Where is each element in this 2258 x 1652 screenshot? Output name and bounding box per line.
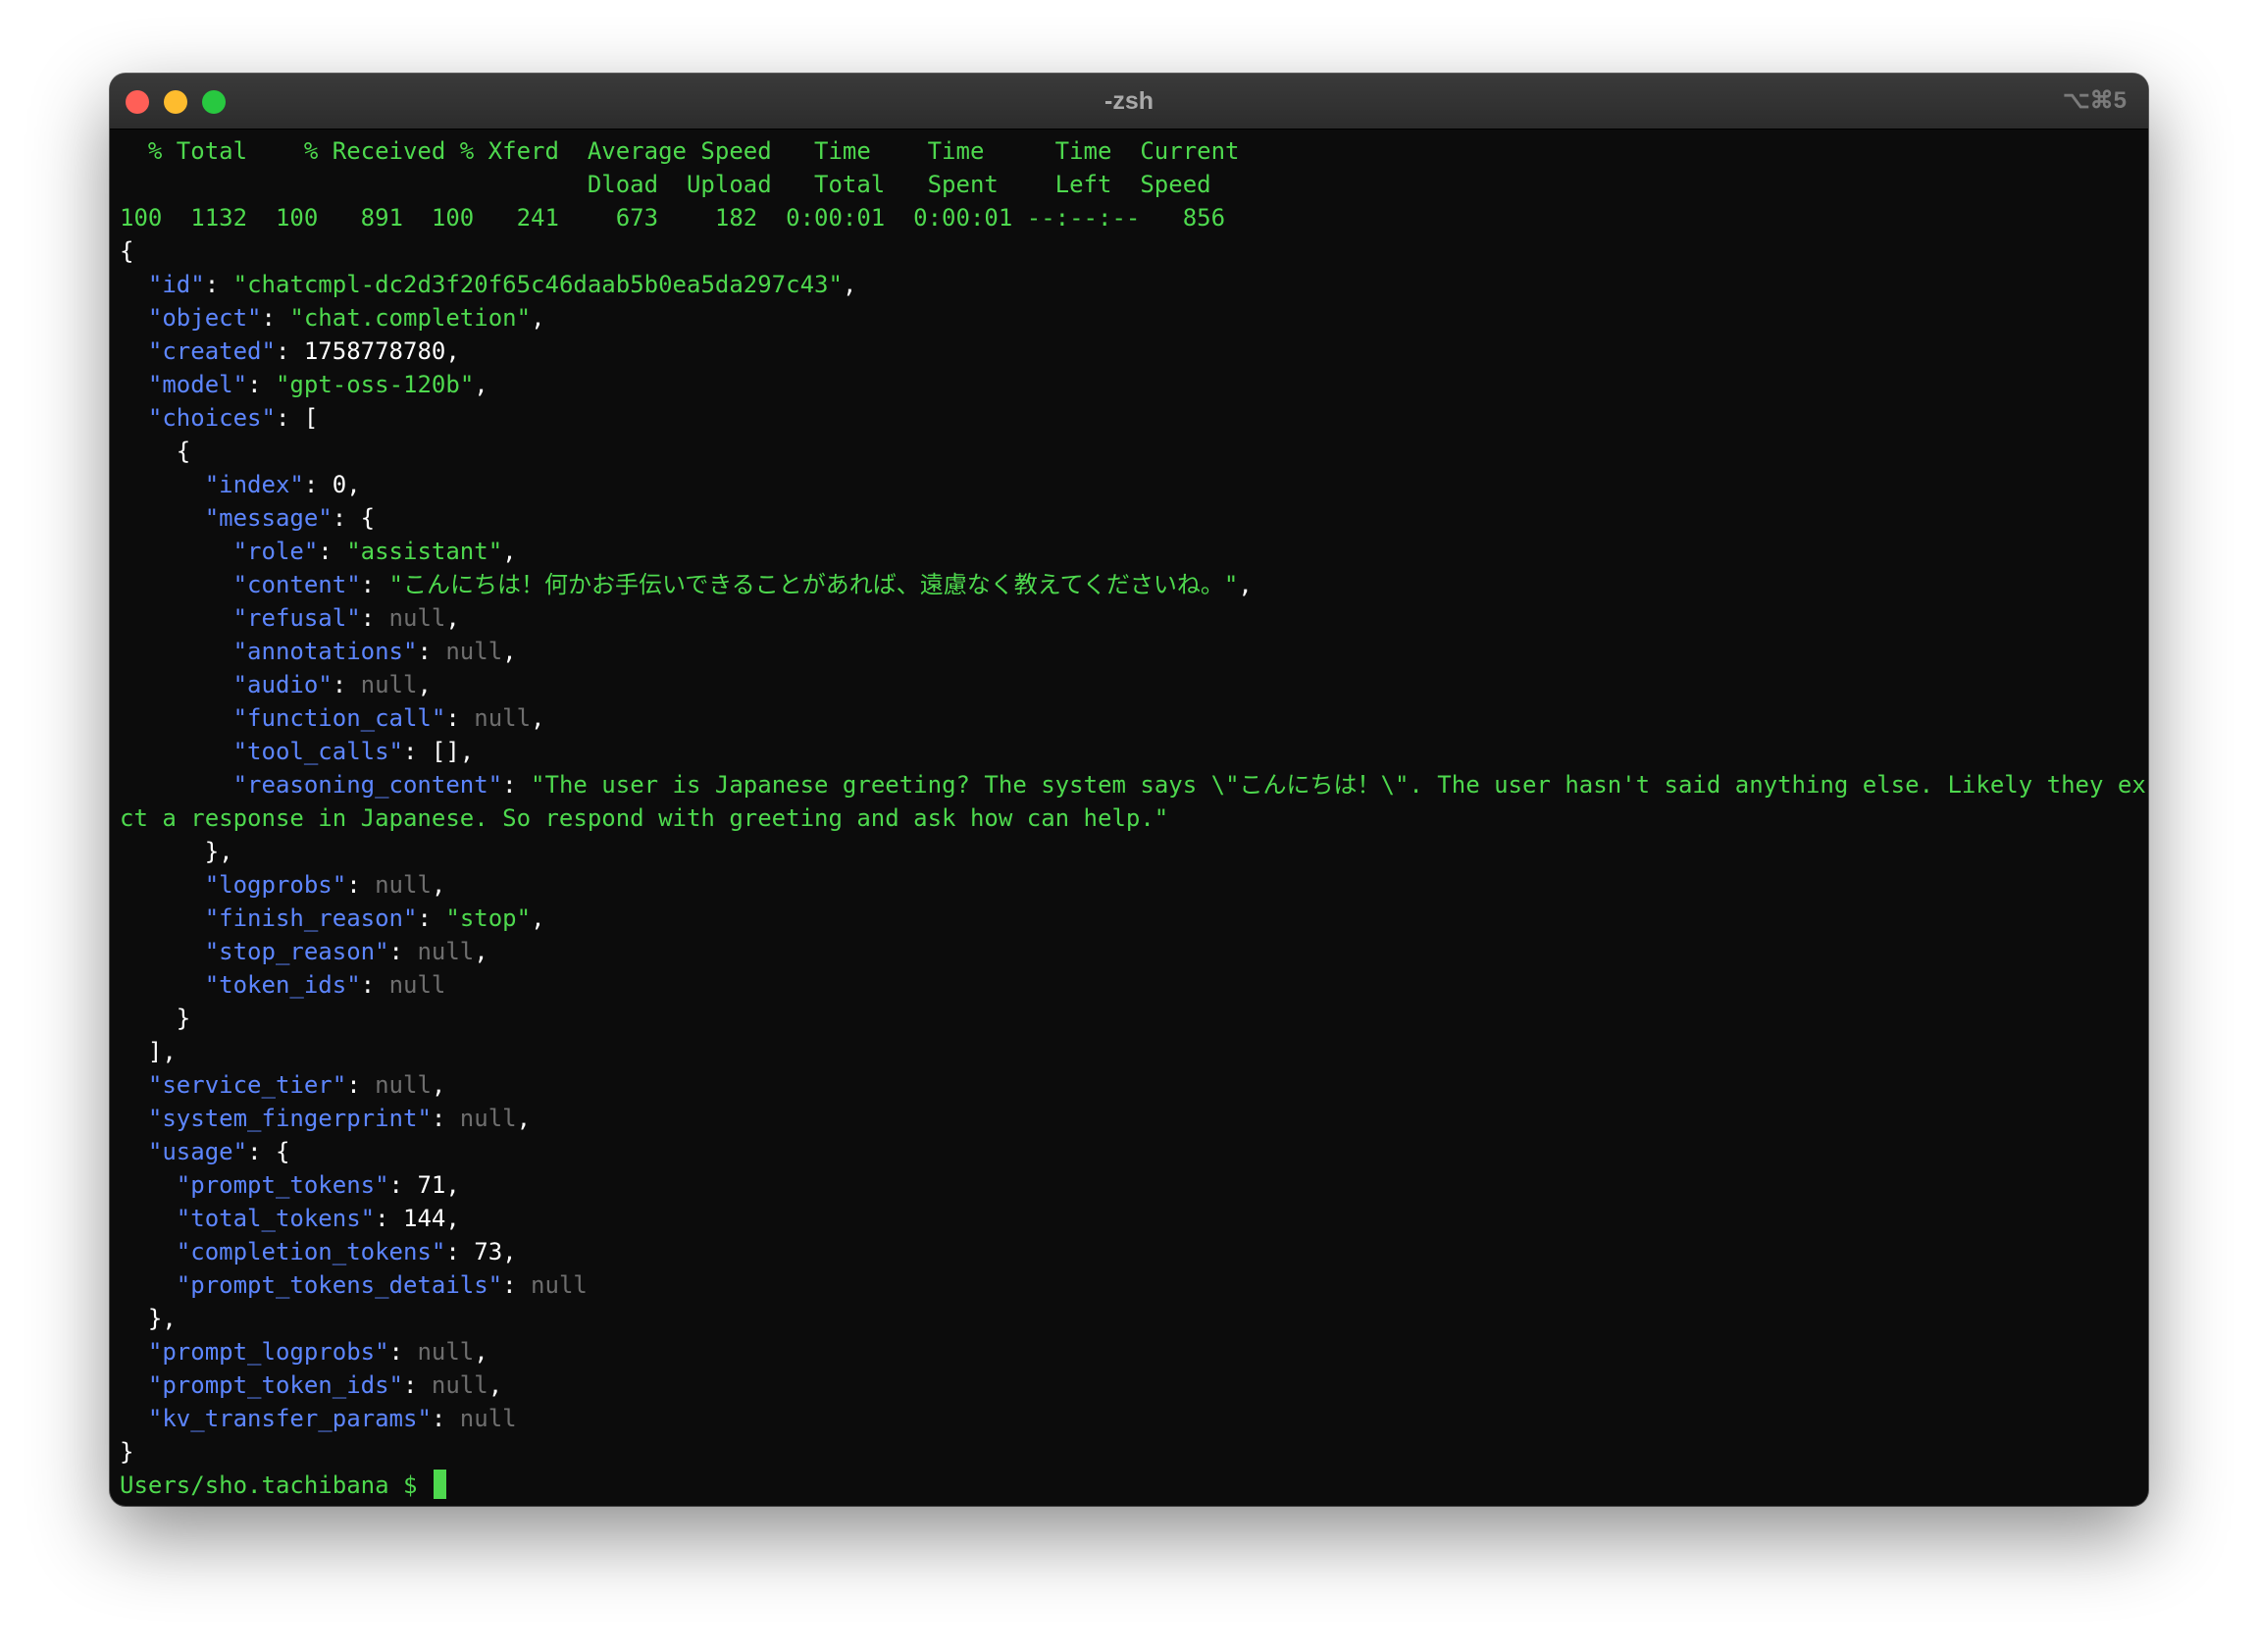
null-value: null bbox=[431, 1371, 488, 1399]
json-role-value: assistant bbox=[360, 538, 488, 565]
json-line: "role": "assistant", bbox=[232, 538, 517, 565]
json-id-value: chatcmpl-dc2d3f20f65c46daab5b0ea5da297c4… bbox=[247, 271, 829, 298]
json-reasoning-value-1: The user is Japanese greeting? The syste… bbox=[544, 771, 2149, 799]
json-line: "usage": { bbox=[147, 1138, 290, 1165]
json-line: ct a response in Japanese. So respond wi… bbox=[120, 804, 1169, 832]
null-value: null bbox=[388, 604, 446, 632]
text-cursor bbox=[433, 1470, 446, 1499]
json-tool-calls-value: [] bbox=[431, 738, 460, 765]
json-completion-tokens-value: 73 bbox=[474, 1238, 503, 1265]
json-line: "id": "chatcmpl-dc2d3f20f65c46daab5b0ea5… bbox=[147, 271, 857, 298]
json-finish-reason-value: stop bbox=[459, 904, 517, 932]
null-value: null bbox=[474, 704, 532, 732]
null-value: null bbox=[360, 671, 418, 698]
json-line: "tool_calls": [], bbox=[232, 738, 475, 765]
json-line: } bbox=[120, 1005, 191, 1032]
json-created-value: 1758778780 bbox=[303, 337, 446, 365]
terminal-window: -zsh ⌥⌘5 % Total % Received % Xferd Aver… bbox=[110, 74, 2148, 1506]
json-line: "system_fingerprint": null, bbox=[147, 1105, 532, 1132]
json-line: "refusal": null, bbox=[232, 604, 460, 632]
json-line: "audio": null, bbox=[232, 671, 432, 698]
json-total-tokens-value: 144 bbox=[403, 1205, 446, 1232]
json-line: "total_tokens": 144, bbox=[176, 1205, 460, 1232]
json-reasoning-value-2: ct a response in Japanese. So respond wi… bbox=[120, 804, 1155, 832]
null-value: null bbox=[417, 938, 475, 965]
json-line: "token_ids": null bbox=[204, 971, 446, 999]
json-line: "service_tier": null, bbox=[147, 1071, 446, 1099]
curl-progress-header-2: Dload Upload Total Spent Left Speed bbox=[120, 171, 1211, 198]
window-title: -zsh bbox=[1104, 87, 1154, 115]
json-line: "logprobs": null, bbox=[204, 871, 446, 899]
json-line: "message": { bbox=[204, 504, 376, 532]
json-line: "choices": [ bbox=[147, 404, 319, 432]
json-line: }, bbox=[120, 1305, 177, 1332]
json-line: "model": "gpt-oss-120b", bbox=[147, 371, 488, 398]
json-line: "index": 0, bbox=[204, 471, 361, 498]
json-line: "stop_reason": null, bbox=[204, 938, 488, 965]
json-line: "annotations": null, bbox=[232, 638, 517, 665]
json-line: "prompt_token_ids": null, bbox=[147, 1371, 503, 1399]
null-value: null bbox=[375, 871, 432, 899]
curl-progress-header-1: % Total % Received % Xferd Average Speed… bbox=[120, 137, 1240, 165]
json-object-value: chat.completion bbox=[303, 304, 517, 332]
curl-progress-row: 100 1132 100 891 100 241 673 182 0:00:01… bbox=[120, 204, 1226, 232]
json-prompt-tokens-value: 71 bbox=[417, 1171, 446, 1199]
null-value: null bbox=[531, 1271, 588, 1299]
json-line: "object": "chat.completion", bbox=[147, 304, 545, 332]
shell-prompt[interactable]: Users/sho.tachibana $ bbox=[120, 1469, 2140, 1502]
json-line: } bbox=[120, 1438, 134, 1466]
terminal-output[interactable]: % Total % Received % Xferd Average Speed… bbox=[120, 134, 2148, 1506]
null-value: null bbox=[375, 1071, 432, 1099]
json-line: "prompt_logprobs": null, bbox=[147, 1338, 488, 1366]
json-content-value: こんにちは！何かお手伝いできることがあれば、遠慮なく教えてくださいね。 bbox=[403, 571, 1224, 598]
json-line: ], bbox=[120, 1038, 177, 1065]
json-line: "kv_transfer_params": null bbox=[147, 1405, 517, 1432]
json-line: }, bbox=[120, 838, 233, 865]
null-value: null bbox=[459, 1105, 517, 1132]
null-value: null bbox=[388, 971, 446, 999]
json-line: "prompt_tokens_details": null bbox=[176, 1271, 588, 1299]
title-bar[interactable]: -zsh ⌥⌘5 bbox=[110, 74, 2148, 129]
json-line: { bbox=[120, 237, 134, 265]
json-line: "function_call": null, bbox=[232, 704, 545, 732]
json-line: "completion_tokens": 73, bbox=[176, 1238, 517, 1265]
json-model-value: gpt-oss-120b bbox=[289, 371, 460, 398]
null-value: null bbox=[459, 1405, 517, 1432]
prompt-path: Users/sho.tachibana $ bbox=[120, 1471, 418, 1499]
window-shortcut: ⌥⌘5 bbox=[2062, 87, 2127, 114]
null-value: null bbox=[417, 1338, 475, 1366]
json-index-value: 0 bbox=[332, 471, 347, 498]
json-line: "finish_reason": "stop", bbox=[204, 904, 545, 932]
null-value: null bbox=[445, 638, 503, 665]
json-line: "content": "こんにちは！何かお手伝いできることがあれば、遠慮なく教え… bbox=[232, 571, 1253, 598]
json-line: { bbox=[120, 438, 191, 465]
json-line: "reasoning_content": "The user is Japane… bbox=[120, 768, 2148, 801]
json-line: "created": 1758778780, bbox=[147, 337, 460, 365]
json-line: "prompt_tokens": 71, bbox=[176, 1171, 460, 1199]
